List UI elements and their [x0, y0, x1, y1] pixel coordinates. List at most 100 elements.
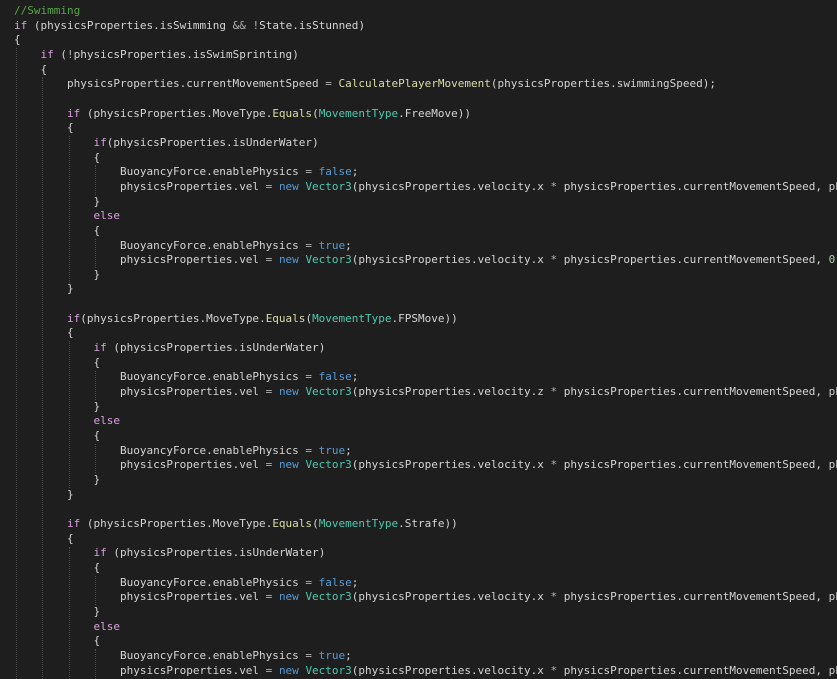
code-token: ))	[457, 106, 472, 120]
code-token: .	[186, 47, 193, 61]
code-token: ,	[815, 663, 829, 677]
code-token: {	[14, 223, 101, 237]
code-token: .	[292, 18, 299, 32]
code-token: physicsProperties	[73, 47, 187, 61]
code-line: physicsProperties.vel = new Vector3(phys…	[14, 385, 837, 400]
code-token: (	[106, 546, 120, 560]
code-token: (	[80, 106, 94, 120]
code-token: true	[318, 443, 346, 457]
code-token: MovementType	[318, 106, 399, 120]
code-token: new	[278, 179, 299, 193]
code-token: =	[298, 648, 319, 662]
code-token: velocity	[477, 179, 531, 193]
code-token: .	[206, 238, 213, 252]
code-token: currentMovementSpeed	[682, 590, 816, 604]
code-token: .	[206, 106, 213, 120]
code-line: physicsProperties.vel = new Vector3(phys…	[14, 253, 837, 268]
code-token: vel	[239, 385, 260, 399]
code-token: physicsProperties	[119, 458, 233, 472]
code-token: .	[206, 165, 213, 179]
code-token: physicsProperties	[66, 77, 180, 91]
code-line: if (physicsProperties.MoveType.Equals(Mo…	[14, 107, 837, 122]
code-token: currentMovementSpeed	[682, 385, 816, 399]
code-editor[interactable]: //Swimming if (physicsProperties.isSwimmi…	[0, 0, 837, 679]
code-token: BuoyancyForce	[119, 370, 207, 384]
code-token: vel	[239, 663, 260, 677]
code-token: //Swimming	[14, 4, 81, 17]
code-line: {	[14, 151, 837, 166]
code-token: MovementType	[318, 516, 399, 530]
code-token: enablePhysics	[212, 575, 299, 589]
code-token: vel	[239, 590, 260, 604]
code-token: .	[471, 458, 478, 472]
code-token: physicsProperties	[358, 663, 472, 677]
code-token: ,	[815, 458, 829, 472]
code-token: if	[66, 311, 81, 325]
code-token: velocity	[477, 253, 531, 267]
code-token: if	[93, 135, 107, 149]
code-token: new	[278, 253, 299, 267]
code-line: }	[14, 488, 837, 503]
code-token: {	[14, 121, 74, 135]
code-token: new	[278, 663, 299, 677]
code-token: .	[153, 18, 160, 32]
code-line: {	[14, 63, 837, 78]
code-line: if (physicsProperties.isUnderWater)	[14, 341, 837, 356]
code-token: .	[206, 370, 213, 384]
code-token: .	[676, 590, 683, 604]
code-token: *	[543, 385, 564, 399]
code-token: .	[471, 663, 478, 677]
code-token: (	[312, 106, 319, 120]
code-line: if (physicsProperties.isSwimming && !Sta…	[14, 19, 837, 34]
code-line: }	[14, 473, 837, 488]
code-token: {	[14, 560, 101, 574]
code-token: =	[318, 77, 339, 91]
code-token: {	[14, 634, 101, 648]
code-token: Equals	[265, 311, 306, 325]
code-line: {	[14, 634, 837, 649]
code-token: physicsProperties	[119, 341, 233, 355]
code-token: =	[259, 590, 279, 604]
code-token: FPSMove	[398, 311, 445, 325]
code-token: (	[53, 47, 67, 61]
code-token: else	[93, 619, 120, 633]
code-token: {	[14, 531, 74, 545]
code-token: enablePhysics	[212, 238, 299, 252]
code-token: {	[14, 62, 48, 76]
code-token: physicsProperties	[93, 516, 207, 530]
code-token: Vector3	[305, 663, 352, 677]
code-token: physicsProperties	[358, 253, 472, 267]
code-token: }	[14, 473, 101, 486]
code-token: ;	[351, 165, 359, 179]
code-token: )	[318, 546, 326, 560]
code-token: Vector3	[305, 590, 352, 604]
code-token: ,	[815, 179, 829, 193]
code-token: physicsProperties	[119, 253, 233, 267]
code-token: ph	[828, 385, 837, 399]
code-token: ,	[815, 385, 829, 399]
code-token: new	[278, 590, 299, 604]
code-text-area[interactable]: //Swimming if (physicsProperties.isSwimmi…	[14, 4, 837, 678]
code-token: physicsProperties	[93, 106, 207, 120]
code-token: velocity	[477, 385, 531, 399]
code-token: enablePhysics	[212, 370, 299, 384]
code-token: (	[27, 18, 41, 32]
code-token: physicsProperties	[563, 179, 677, 193]
code-line: else	[14, 620, 837, 635]
code-token: physicsProperties	[563, 458, 677, 472]
code-line: BuoyancyForce.enablePhysics = false;	[14, 165, 837, 180]
code-token: physicsProperties	[113, 135, 226, 149]
code-token: velocity	[477, 590, 531, 604]
code-token: isUnderWater	[239, 546, 319, 560]
